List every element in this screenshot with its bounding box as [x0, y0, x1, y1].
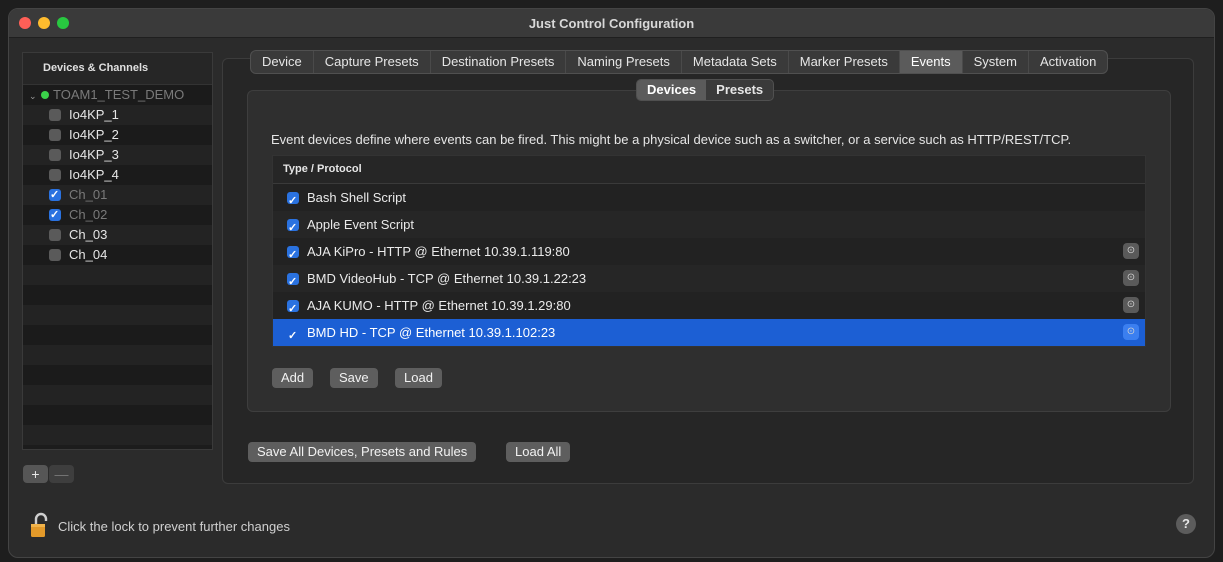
- save-event-device-button[interactable]: Save: [330, 368, 378, 388]
- row-settings-icon[interactable]: ⊙: [1123, 297, 1139, 313]
- subtab-presets[interactable]: Presets: [706, 80, 773, 100]
- sidebar-item-label: Io4KP_1: [69, 107, 119, 122]
- sidebar-root-label: TOAM1_TEST_DEMO: [53, 87, 185, 102]
- sidebar-item-checkbox[interactable]: [49, 205, 61, 225]
- sidebar-item-checkbox[interactable]: [49, 249, 61, 261]
- config-tab-bar: Device Capture Presets Destination Presets…: [250, 50, 1109, 74]
- row-label: Bash Shell Script: [307, 190, 406, 205]
- sidebar-empty-row: [23, 305, 212, 325]
- sidebar-item-checkbox[interactable]: [49, 129, 61, 141]
- table-row[interactable]: BMD HD - TCP @ Ethernet 10.39.1.102:23 ⊙: [273, 319, 1145, 350]
- sidebar-item-checkbox[interactable]: [49, 229, 61, 241]
- sidebar-item[interactable]: Io4KP_1: [23, 105, 212, 125]
- row-label: BMD VideoHub - TCP @ Ethernet 10.39.1.22…: [307, 271, 587, 286]
- row-enabled-checkbox[interactable]: [287, 323, 299, 350]
- sidebar-item[interactable]: Io4KP_3: [23, 145, 212, 165]
- table-row[interactable]: AJA KiPro - HTTP @ Ethernet 10.39.1.119:…: [273, 238, 1145, 269]
- remove-device-button[interactable]: —: [49, 465, 74, 483]
- row-enabled-checkbox[interactable]: [287, 188, 299, 215]
- sidebar-header: Devices & Channels: [23, 53, 212, 85]
- sidebar-item[interactable]: Io4KP_2: [23, 125, 212, 145]
- sidebar-empty-row: [23, 405, 212, 425]
- tab-destination-presets[interactable]: Destination Presets: [431, 51, 567, 73]
- sidebar-item-label: Ch_02: [69, 207, 108, 222]
- sidebar-empty-row: [23, 285, 212, 305]
- row-label: AJA KiPro - HTTP @ Ethernet 10.39.1.119:…: [307, 244, 570, 259]
- row-enabled-checkbox[interactable]: [287, 215, 299, 242]
- sidebar-item-checkbox[interactable]: [49, 169, 61, 181]
- add-device-button[interactable]: +: [23, 465, 48, 483]
- tab-events[interactable]: Events: [899, 51, 963, 73]
- sidebar-item-checkbox[interactable]: [49, 109, 61, 121]
- sidebar-item[interactable]: Ch_04: [23, 245, 212, 265]
- row-settings-icon[interactable]: ⊙: [1123, 270, 1139, 286]
- sidebar-item[interactable]: Ch_01: [23, 185, 212, 205]
- lock-status-text: Click the lock to prevent further change…: [58, 519, 290, 534]
- sidebar-item[interactable]: Ch_02: [23, 205, 212, 225]
- table-row[interactable]: Apple Event Script: [273, 211, 1145, 242]
- sidebar-item-label: Ch_03: [69, 227, 108, 242]
- tab-activation[interactable]: Activation: [1029, 51, 1107, 73]
- subtab-devices[interactable]: Devices: [637, 80, 707, 100]
- lock-icon[interactable]: [30, 512, 52, 538]
- event-devices-table: Type / Protocol Bash Shell Script Apple E…: [272, 155, 1146, 350]
- events-subtab-bar: Devices Presets: [636, 79, 775, 101]
- save-all-button[interactable]: Save All Devices, Presets and Rules: [248, 442, 477, 462]
- status-dot-icon: [41, 91, 49, 99]
- sidebar-item-label: Io4KP_3: [69, 147, 119, 162]
- sidebar-empty-row: [23, 425, 212, 445]
- row-settings-icon[interactable]: ⊙: [1123, 243, 1139, 259]
- sidebar-item[interactable]: Io4KP_4: [23, 165, 212, 185]
- sidebar-item[interactable]: Ch_03: [23, 225, 212, 245]
- sidebar-item-label: Io4KP_4: [69, 167, 119, 182]
- tab-naming-presets[interactable]: Naming Presets: [566, 51, 682, 73]
- sidebar-item-checkbox[interactable]: [49, 185, 61, 205]
- row-enabled-checkbox[interactable]: [287, 242, 299, 269]
- add-event-device-button[interactable]: Add: [272, 368, 314, 388]
- row-label: AJA KUMO - HTTP @ Ethernet 10.39.1.29:80: [307, 298, 571, 313]
- row-enabled-checkbox[interactable]: [287, 296, 299, 323]
- tab-metadata-sets[interactable]: Metadata Sets: [682, 51, 789, 73]
- row-label: BMD HD - TCP @ Ethernet 10.39.1.102:23: [307, 325, 556, 340]
- sidebar-item-label: Ch_04: [69, 247, 108, 262]
- table-row[interactable]: Bash Shell Script: [273, 184, 1145, 215]
- window-title: Just Control Configuration: [528, 16, 695, 31]
- load-event-device-button[interactable]: Load: [395, 368, 442, 388]
- sidebar-item-checkbox[interactable]: [49, 149, 61, 161]
- title-bar: Just Control Configuration: [9, 9, 1214, 38]
- row-enabled-checkbox[interactable]: [287, 269, 299, 296]
- help-button[interactable]: ?: [1176, 514, 1196, 534]
- sidebar-empty-row: [23, 385, 212, 405]
- sidebar-item-label: Ch_01: [69, 187, 108, 202]
- tab-device[interactable]: Device: [251, 51, 314, 73]
- tab-marker-presets[interactable]: Marker Presets: [789, 51, 900, 73]
- tab-capture-presets[interactable]: Capture Presets: [314, 51, 431, 73]
- row-settings-icon[interactable]: ⊙: [1123, 324, 1139, 340]
- sidebar-empty-row: [23, 325, 212, 345]
- chevron-down-icon[interactable]: ⌄: [29, 86, 39, 106]
- sidebar-empty-row: [23, 365, 212, 385]
- table-row[interactable]: AJA KUMO - HTTP @ Ethernet 10.39.1.29:80…: [273, 292, 1145, 323]
- sidebar-item-label: Io4KP_2: [69, 127, 119, 142]
- column-header-type-protocol[interactable]: Type / Protocol: [273, 156, 1145, 184]
- sidebar-tree: ⌄ TOAM1_TEST_DEMO Io4KP_1 Io4KP_2 Io4KP_3 Io…: [23, 85, 212, 445]
- load-all-button[interactable]: Load All: [506, 442, 571, 462]
- sidebar-root-device[interactable]: ⌄ TOAM1_TEST_DEMO: [23, 85, 212, 105]
- sidebar-empty-row: [23, 345, 212, 365]
- devices-channels-sidebar: Devices & Channels ⌄ TOAM1_TEST_DEMO Io4K…: [22, 52, 213, 450]
- tab-system[interactable]: System: [963, 51, 1029, 73]
- table-row[interactable]: BMD VideoHub - TCP @ Ethernet 10.39.1.22…: [273, 265, 1145, 296]
- events-description: Event devices define where events can be…: [271, 132, 1072, 147]
- row-label: Apple Event Script: [307, 217, 414, 232]
- sidebar-empty-row: [23, 265, 212, 285]
